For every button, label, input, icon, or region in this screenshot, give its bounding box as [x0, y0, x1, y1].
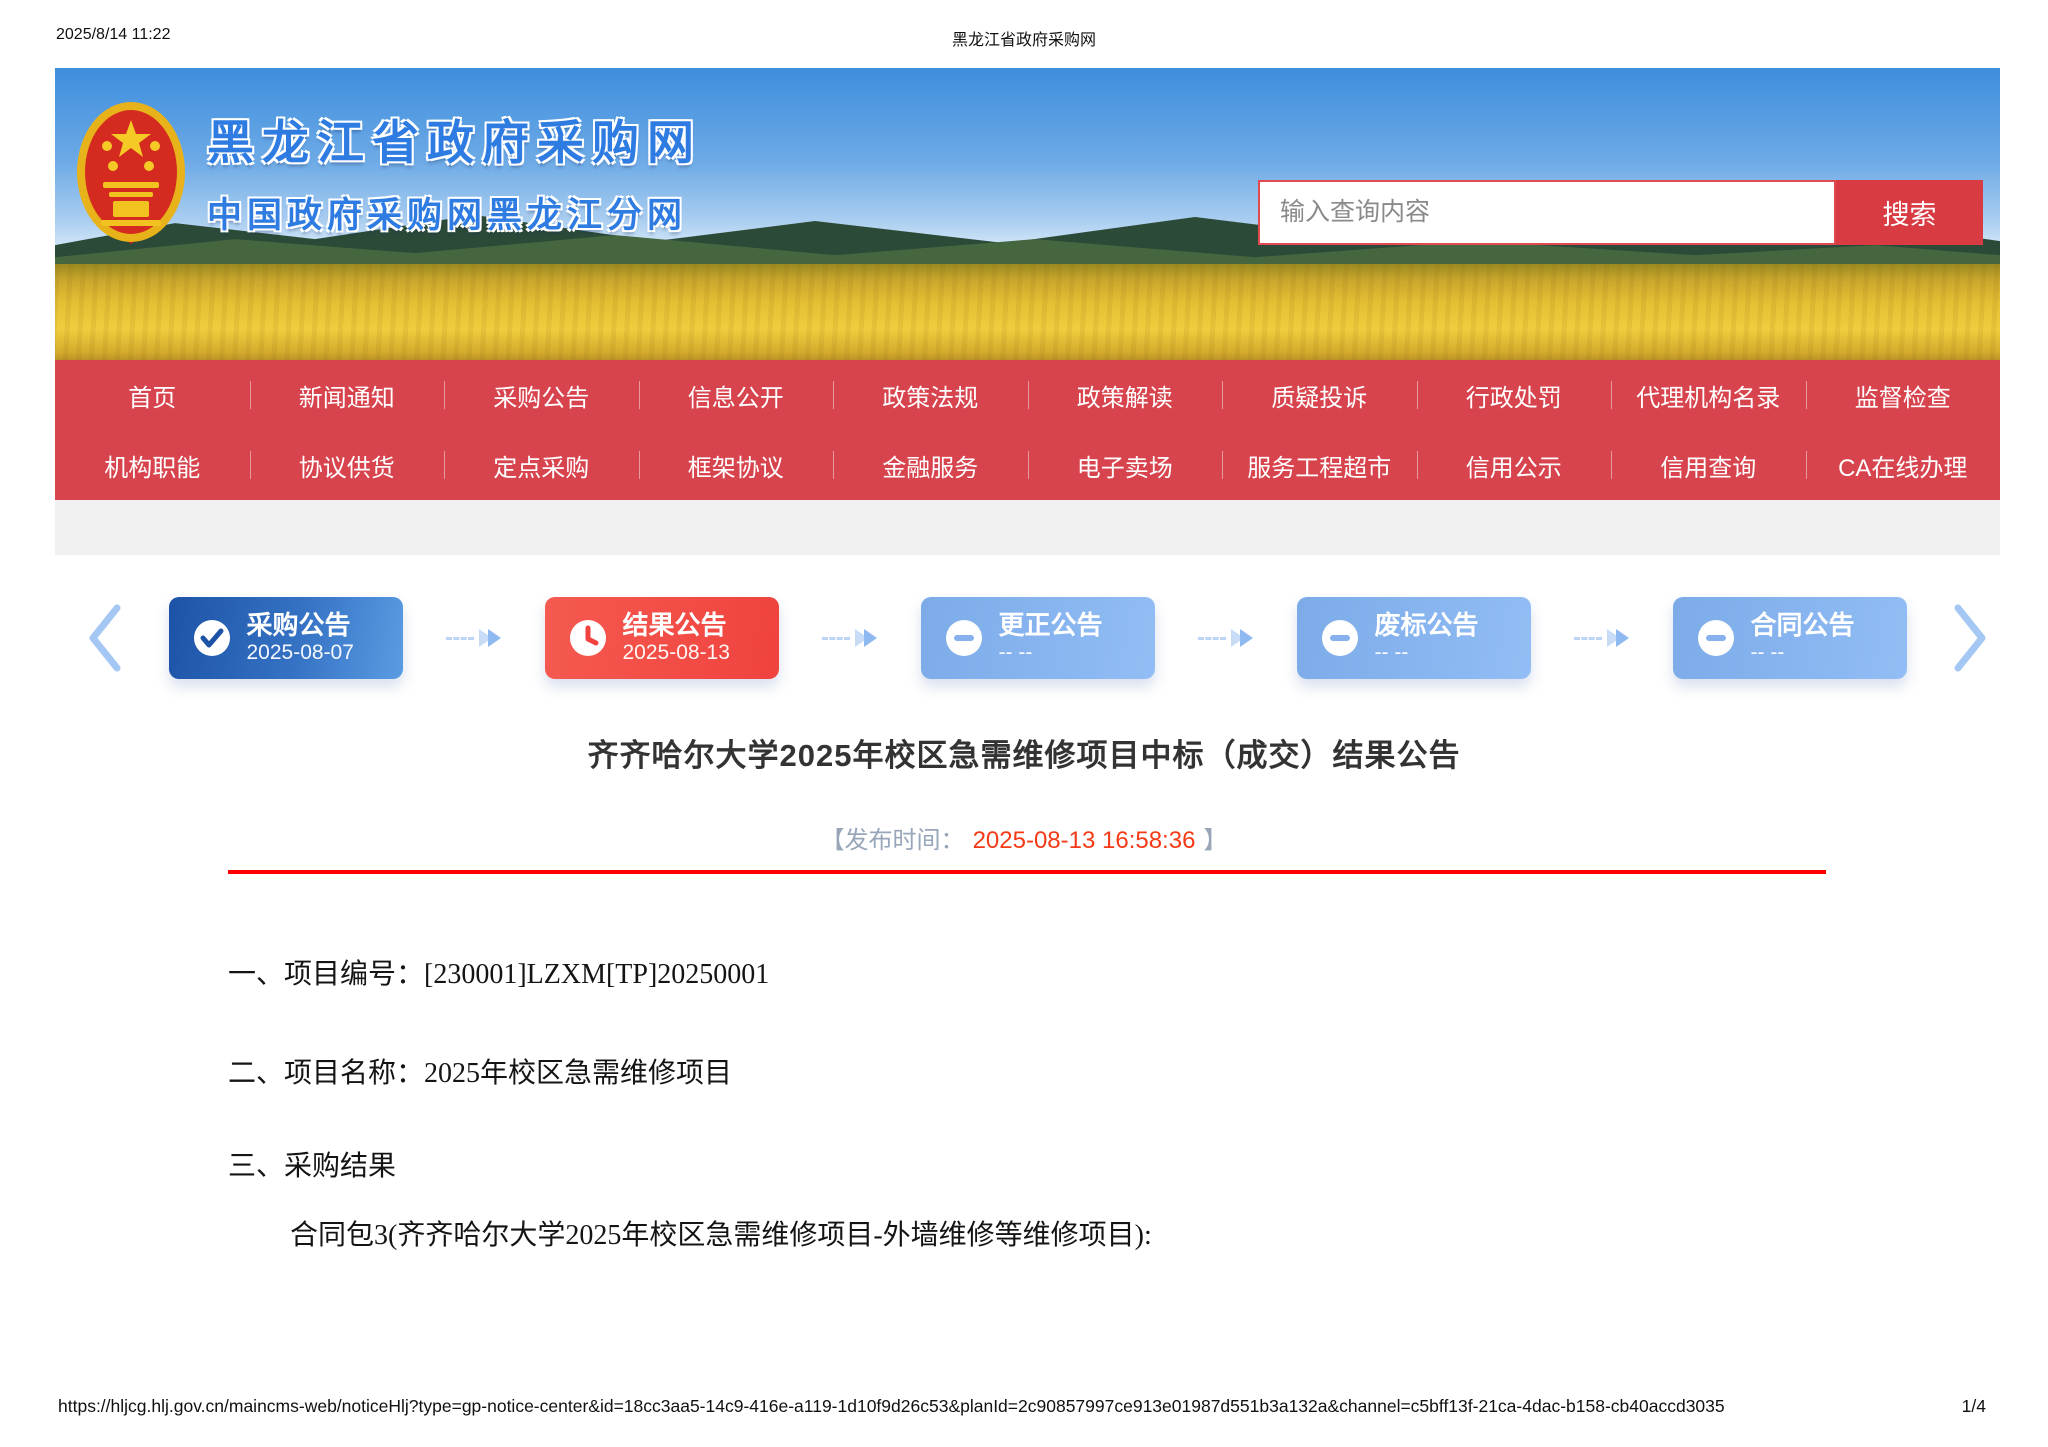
timeline-arrow-icon — [1574, 629, 1629, 647]
chevron-left-icon[interactable] — [85, 602, 125, 674]
timeline-step-label: 更正公告 — [999, 610, 1103, 640]
timeline-arrow-icon — [822, 629, 877, 647]
article-title: 齐齐哈尔大学2025年校区急需维修项目中标（成交）结果公告 — [0, 730, 2048, 775]
timeline-step-cancellation-notice[interactable]: 废标公告 -- -- — [1297, 597, 1531, 679]
print-header: 2025/8/14 11:22 黑龙江省政府采购网 — [0, 26, 2048, 50]
nav-item-fixed-point[interactable]: 定点采购 — [444, 430, 639, 500]
nav-item-policy-interpretation[interactable]: 政策解读 — [1028, 360, 1223, 430]
nav-item-functions[interactable]: 机构职能 — [55, 430, 250, 500]
timeline-step-date: 2025-08-13 — [623, 640, 730, 666]
site-title: 黑龙江省政府采购网 — [207, 104, 702, 173]
chevron-right-icon[interactable] — [1950, 602, 1990, 674]
main-nav: 首页 新闻通知 采购公告 信息公开 政策法规 政策解读 质疑投诉 行政处罚 代理… — [55, 360, 2000, 500]
site-titles: 黑龙江省政府采购网 中国政府采购网黑龙江分网 — [207, 104, 702, 238]
search-button[interactable]: 搜索 — [1836, 180, 1983, 245]
nav-item-finance[interactable]: 金融服务 — [833, 430, 1028, 500]
publish-time-label: 【发布时间： — [821, 827, 965, 854]
minus-circle-icon — [1697, 619, 1735, 657]
timeline-step-date: -- -- — [1751, 640, 1855, 666]
nav-item-policies[interactable]: 政策法规 — [833, 360, 1028, 430]
nav-item-info-disclosure[interactable]: 信息公开 — [639, 360, 834, 430]
site-banner: 黑龙江省政府采购网 中国政府采购网黑龙江分网 搜索 — [55, 68, 2000, 360]
print-footer: https://hljcg.hlj.gov.cn/maincms-web/not… — [0, 1396, 2048, 1420]
nav-item-agreement-supply[interactable]: 协议供货 — [250, 430, 445, 500]
paragraph-project-number: 一、项目编号：[230001]LZXM[TP]20250001 — [228, 952, 1828, 992]
nav-item-credit-query[interactable]: 信用查询 — [1611, 430, 1806, 500]
publish-time-value: 2025-08-13 16:58:36 — [965, 827, 1204, 854]
nav-item-complaints[interactable]: 质疑投诉 — [1222, 360, 1417, 430]
nav-row-1: 首页 新闻通知 采购公告 信息公开 政策法规 政策解读 质疑投诉 行政处罚 代理… — [55, 360, 2000, 430]
search-bar: 搜索 — [1258, 180, 1983, 245]
nav-item-service-market[interactable]: 服务工程超市 — [1222, 430, 1417, 500]
print-url: https://hljcg.hlj.gov.cn/maincms-web/not… — [58, 1396, 1725, 1417]
nav-item-credit-publicity[interactable]: 信用公示 — [1417, 430, 1612, 500]
nav-item-supervision[interactable]: 监督检查 — [1806, 360, 2001, 430]
banner-rice-field — [55, 264, 2000, 360]
print-page-number: 1/4 — [1962, 1396, 1986, 1417]
red-divider — [228, 870, 1826, 874]
site-subtitle: 中国政府采购网黑龙江分网 — [207, 187, 702, 238]
nav-item-emall[interactable]: 电子卖场 — [1028, 430, 1223, 500]
page: 2025/8/14 11:22 黑龙江省政府采购网 黑龙江省政府采购网 中国政 — [0, 0, 2048, 1447]
national-emblem-logo — [73, 94, 189, 266]
clock-icon — [569, 619, 607, 657]
check-circle-icon — [193, 619, 231, 657]
nav-item-agency-directory[interactable]: 代理机构名录 — [1611, 360, 1806, 430]
timeline-step-date: 2025-08-07 — [247, 640, 354, 666]
print-page-title: 黑龙江省政府采购网 — [0, 26, 2048, 50]
timeline-arrow-icon — [446, 629, 501, 647]
timeline-arrow-icon — [1198, 629, 1253, 647]
timeline-step-result-notice[interactable]: 结果公告 2025-08-13 — [545, 597, 779, 679]
timeline-step-label: 废标公告 — [1375, 610, 1479, 640]
nav-item-procurement-notices[interactable]: 采购公告 — [444, 360, 639, 430]
nav-item-home[interactable]: 首页 — [55, 360, 250, 430]
minus-circle-icon — [1321, 619, 1359, 657]
paragraph-procurement-result: 三、采购结果 — [228, 1144, 1828, 1184]
timeline-step-procurement-notice[interactable]: 采购公告 2025-08-07 — [169, 597, 403, 679]
nav-item-ca-online[interactable]: CA在线办理 — [1806, 430, 2001, 500]
notice-timeline: 采购公告 2025-08-07 结果公告 2025-08-13 — [85, 588, 1990, 688]
timeline-step-label: 合同公告 — [1751, 610, 1855, 640]
timeline-step-label: 采购公告 — [247, 610, 354, 640]
nav-item-framework[interactable]: 框架协议 — [639, 430, 834, 500]
article-body: 一、项目编号：[230001]LZXM[TP]20250001 二、项目名称：2… — [228, 952, 1828, 1253]
nav-row-2: 机构职能 协议供货 定点采购 框架协议 金融服务 电子卖场 服务工程超市 信用公… — [55, 430, 2000, 500]
timeline-step-date: -- -- — [1375, 640, 1479, 666]
publish-time-line: 【发布时间：2025-08-13 16:58:36】 — [0, 820, 2048, 855]
paragraph-project-name: 二、项目名称：2025年校区急需维修项目 — [228, 1051, 1828, 1091]
search-input[interactable] — [1258, 180, 1836, 245]
timeline-step-contract-notice[interactable]: 合同公告 -- -- — [1673, 597, 1907, 679]
nav-item-admin-penalties[interactable]: 行政处罚 — [1417, 360, 1612, 430]
nav-item-news[interactable]: 新闻通知 — [250, 360, 445, 430]
content-top-strip — [55, 500, 2000, 555]
timeline-step-correction-notice[interactable]: 更正公告 -- -- — [921, 597, 1155, 679]
timeline-step-date: -- -- — [999, 640, 1103, 666]
timeline-step-label: 结果公告 — [623, 610, 730, 640]
minus-circle-icon — [945, 619, 983, 657]
paragraph-contract-package: 合同包3(齐齐哈尔大学2025年校区急需维修项目-外墙维修等维修项目): — [228, 1213, 1828, 1253]
publish-time-close-bracket: 】 — [1203, 827, 1227, 854]
